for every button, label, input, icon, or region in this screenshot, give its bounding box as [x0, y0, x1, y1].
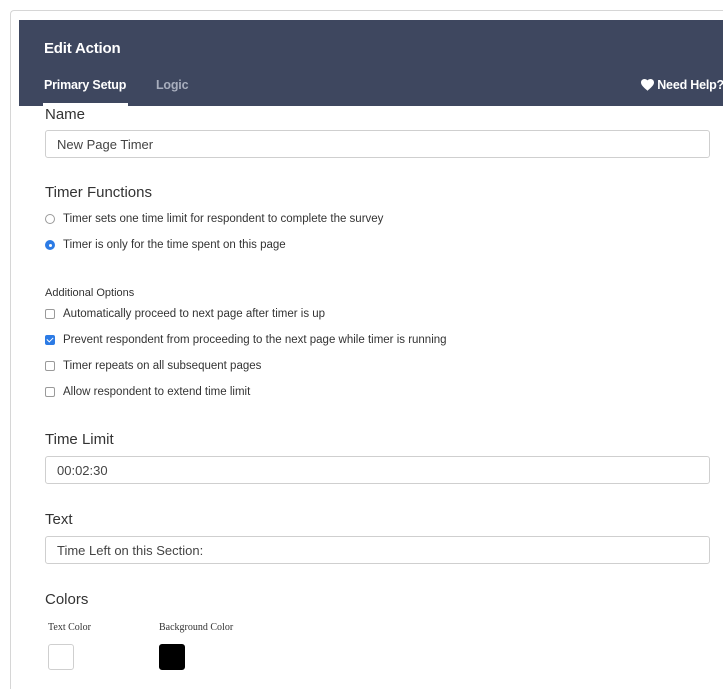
option-timer-repeats[interactable]: Timer repeats on all subsequent pages: [45, 360, 261, 372]
checkbox-prevent-proceed[interactable]: [45, 335, 55, 345]
timer-option-page-limit-label: Timer is only for the time spent on this…: [63, 239, 286, 251]
panel-header: Edit Action Primary Setup Logic Need Hel…: [19, 20, 723, 106]
edit-action-panel: Edit Action Primary Setup Logic Need Hel…: [10, 10, 723, 689]
option-timer-repeats-label: Timer repeats on all subsequent pages: [63, 360, 262, 372]
time-limit-label: Time Limit: [45, 431, 114, 448]
name-field[interactable]: New Page Timer: [45, 130, 710, 158]
timer-option-survey-limit-label: Timer sets one time limit for respondent…: [63, 213, 384, 225]
radio-survey-limit[interactable]: [45, 214, 55, 224]
option-extend-limit[interactable]: Allow respondent to extend time limit: [45, 386, 250, 398]
panel-title: Edit Action: [44, 40, 121, 57]
checkbox-extend-limit[interactable]: [45, 387, 55, 397]
radio-page-limit[interactable]: [45, 240, 55, 250]
tab-logic[interactable]: Logic: [156, 78, 189, 92]
need-help-label: Need Help?: [657, 78, 723, 92]
name-field-value: New Page Timer: [57, 136, 154, 152]
heart-icon: [641, 79, 655, 91]
background-color-swatch[interactable]: [159, 644, 185, 670]
text-color-swatch[interactable]: [48, 644, 74, 670]
time-limit-field-value: 00:02:30: [57, 462, 108, 478]
text-field[interactable]: Time Left on this Section:: [45, 536, 710, 564]
tab-primary-setup[interactable]: Primary Setup: [42, 78, 129, 106]
colors-label: Colors: [45, 591, 89, 608]
time-limit-field[interactable]: 00:02:30: [45, 456, 710, 484]
additional-options-label: Additional Options: [45, 287, 135, 299]
text-field-value: Time Left on this Section:: [57, 542, 204, 558]
need-help-link[interactable]: Need Help?: [641, 78, 723, 92]
text-color-label: Text Color: [48, 622, 91, 633]
text-label: Text: [45, 511, 73, 528]
checkbox-timer-repeats[interactable]: [45, 361, 55, 371]
option-extend-limit-label: Allow respondent to extend time limit: [63, 386, 251, 398]
background-color-label: Background Color: [159, 622, 234, 633]
option-prevent-proceed[interactable]: Prevent respondent from proceeding to th…: [45, 334, 447, 346]
name-label: Name: [45, 106, 86, 123]
option-auto-proceed[interactable]: Automatically proceed to next page after…: [45, 308, 325, 320]
timer-functions-label: Timer Functions: [45, 184, 152, 201]
timer-option-survey-limit[interactable]: Timer sets one time limit for respondent…: [45, 213, 383, 225]
option-prevent-proceed-label: Prevent respondent from proceeding to th…: [63, 334, 447, 346]
timer-option-page-limit[interactable]: Timer is only for the time spent on this…: [45, 239, 286, 251]
option-auto-proceed-label: Automatically proceed to next page after…: [63, 308, 326, 320]
checkbox-auto-proceed[interactable]: [45, 309, 55, 319]
